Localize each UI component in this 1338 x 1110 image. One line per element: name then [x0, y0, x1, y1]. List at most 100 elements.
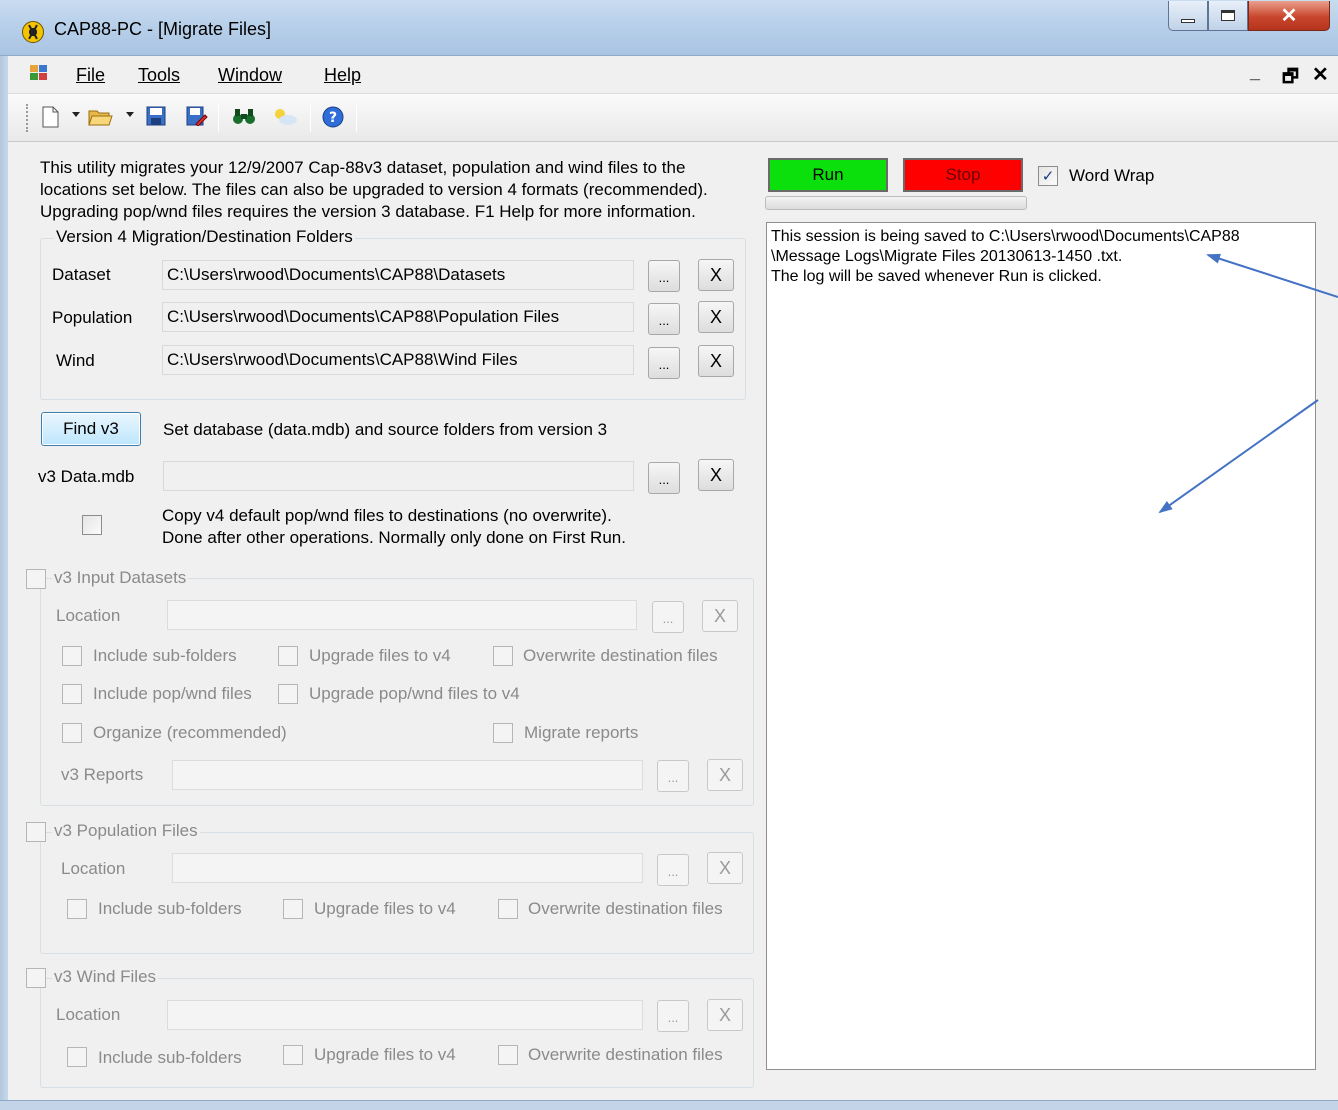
dataset-folder-field[interactable]: C:\Users\rwood\Documents\CAP88\Datasets: [162, 260, 634, 290]
group-label: v3 Input Datasets: [52, 568, 189, 588]
menu-tools[interactable]: Tools: [138, 65, 180, 86]
data-mdb-browse-button[interactable]: ...: [648, 462, 680, 494]
wind-browse-button[interactable]: ...: [648, 347, 680, 379]
toolbar-separator: [356, 104, 357, 132]
migrate-reports-checkbox[interactable]: [493, 723, 513, 743]
menu-help[interactable]: Help: [324, 65, 361, 86]
group-label: v3 Population Files: [52, 821, 200, 841]
mdi-child-icon[interactable]: [30, 65, 48, 81]
population-browse-button[interactable]: ...: [648, 303, 680, 335]
data-mdb-clear-button[interactable]: X: [698, 459, 734, 491]
v3-reports-label: v3 Reports: [61, 765, 144, 784]
v3-wind-clear-button[interactable]: X: [707, 999, 743, 1031]
close-icon: ✕: [1280, 5, 1298, 27]
population-clear-button[interactable]: X: [698, 301, 734, 333]
v3-population-files-checkbox[interactable]: [26, 822, 46, 842]
log-line: The log will be saved whenever Run is cl…: [771, 268, 1102, 285]
new-dropdown-icon[interactable]: [72, 112, 80, 117]
stop-button[interactable]: Stop: [903, 158, 1023, 192]
include-subfolders-checkbox[interactable]: [67, 899, 87, 919]
v3-data-mdb-label: v3 Data.mdb: [38, 467, 135, 486]
message-log[interactable]: This session is being saved to C:\Users\…: [766, 222, 1316, 1070]
overwrite-destination-checkbox[interactable]: [498, 1045, 518, 1065]
v3-wind-location-field[interactable]: [167, 1000, 643, 1030]
word-wrap-label: Word Wrap: [1069, 166, 1155, 185]
overwrite-destination-label: Overwrite destination files: [528, 1045, 723, 1064]
radiation-app-icon[interactable]: [22, 21, 44, 43]
location-label: Location: [56, 1005, 121, 1024]
copy-defaults-line1: Copy v4 default pop/wnd files to destina…: [162, 506, 612, 525]
copy-defaults-checkbox[interactable]: [82, 515, 102, 535]
minimize-icon: [1181, 18, 1195, 23]
overwrite-destination-checkbox[interactable]: [493, 646, 513, 666]
upgrade-files-checkbox[interactable]: [278, 646, 298, 666]
v3-population-browse-button[interactable]: ...: [657, 854, 689, 886]
v3-input-location-field[interactable]: [167, 600, 637, 630]
open-dropdown-icon[interactable]: [126, 112, 134, 117]
close-window-button[interactable]: ✕: [1248, 1, 1330, 31]
maximize-button[interactable]: [1208, 1, 1248, 31]
word-wrap-checkbox[interactable]: ✓: [1038, 166, 1058, 186]
menu-file[interactable]: File: [76, 65, 105, 86]
location-label: Location: [56, 606, 121, 625]
menu-bar: [8, 56, 1338, 94]
organize-checkbox[interactable]: [62, 723, 82, 743]
upgrade-files-checkbox[interactable]: [283, 899, 303, 919]
upgrade-popwnd-checkbox[interactable]: [278, 684, 298, 704]
v3-input-clear-button[interactable]: X: [702, 600, 738, 632]
copy-defaults-line2: Done after other operations. Normally on…: [162, 528, 626, 547]
organize-label: Organize (recommended): [93, 723, 287, 742]
population-label: Population: [52, 308, 133, 327]
window-frame-left: [0, 56, 8, 1100]
wind-clear-button[interactable]: X: [698, 345, 734, 377]
weather-icon[interactable]: [272, 106, 298, 126]
upgrade-files-checkbox[interactable]: [283, 1045, 303, 1065]
save-as-icon[interactable]: [186, 106, 208, 127]
upgrade-files-label: Upgrade files to v4: [314, 1045, 456, 1064]
mdi-close-button[interactable]: ✕: [1312, 62, 1329, 87]
v3-wind-browse-button[interactable]: ...: [657, 1000, 689, 1032]
include-subfolders-checkbox[interactable]: [67, 1047, 87, 1067]
population-folder-field[interactable]: C:\Users\rwood\Documents\CAP88\Populatio…: [162, 302, 634, 332]
new-file-icon[interactable]: [40, 106, 60, 128]
v3-wind-files-checkbox[interactable]: [26, 968, 46, 988]
v3-reports-field[interactable]: [172, 760, 643, 790]
v3-population-files-group: [40, 832, 754, 954]
checkmark-icon: ✓: [1041, 168, 1055, 185]
v3-population-clear-button[interactable]: X: [707, 852, 743, 884]
overwrite-destination-checkbox[interactable]: [498, 899, 518, 919]
toolbar-separator: [218, 104, 219, 132]
find-icon[interactable]: [232, 106, 256, 126]
mdi-restore-button[interactable]: 🗗: [1282, 64, 1299, 94]
dataset-browse-button[interactable]: ...: [648, 260, 680, 292]
include-subfolders-checkbox[interactable]: [62, 646, 82, 666]
help-icon[interactable]: ?: [322, 106, 344, 128]
dataset-clear-button[interactable]: X: [698, 259, 734, 291]
v3-data-mdb-field[interactable]: [163, 461, 634, 491]
v3-reports-clear-button[interactable]: X: [707, 759, 743, 791]
log-line: \Message Logs\Migrate Files 20130613-145…: [771, 248, 1123, 265]
v3-input-browse-button[interactable]: ...: [652, 601, 684, 633]
progress-bar: [765, 196, 1027, 210]
wind-folder-field[interactable]: C:\Users\rwood\Documents\CAP88\Wind File…: [162, 345, 634, 375]
find-v3-button[interactable]: Find v3: [41, 412, 141, 446]
overwrite-destination-label: Overwrite destination files: [528, 899, 723, 918]
upgrade-files-label: Upgrade files to v4: [309, 646, 451, 665]
v3-reports-browse-button[interactable]: ...: [657, 760, 689, 792]
save-icon[interactable]: [146, 106, 166, 126]
mdi-minimize-button[interactable]: _: [1250, 62, 1260, 83]
include-subfolders-label: Include sub-folders: [93, 646, 237, 665]
minimize-button[interactable]: [1168, 1, 1208, 31]
toolbar-grip[interactable]: [26, 104, 29, 132]
run-button[interactable]: Run: [768, 158, 888, 192]
intro-text-line: This utility migrates your 12/9/2007 Cap…: [40, 158, 686, 177]
menu-window[interactable]: Window: [218, 65, 282, 86]
open-folder-icon[interactable]: [88, 106, 114, 126]
include-popwnd-checkbox[interactable]: [62, 684, 82, 704]
intro-text-line: Upgrading pop/wnd files requires the ver…: [40, 202, 696, 221]
group-label: Version 4 Migration/Destination Folders: [54, 227, 355, 247]
wind-label: Wind: [56, 351, 95, 370]
v3-input-datasets-checkbox[interactable]: [26, 569, 46, 589]
v3-wind-files-group: [40, 978, 754, 1088]
v3-population-location-field[interactable]: [172, 853, 643, 883]
